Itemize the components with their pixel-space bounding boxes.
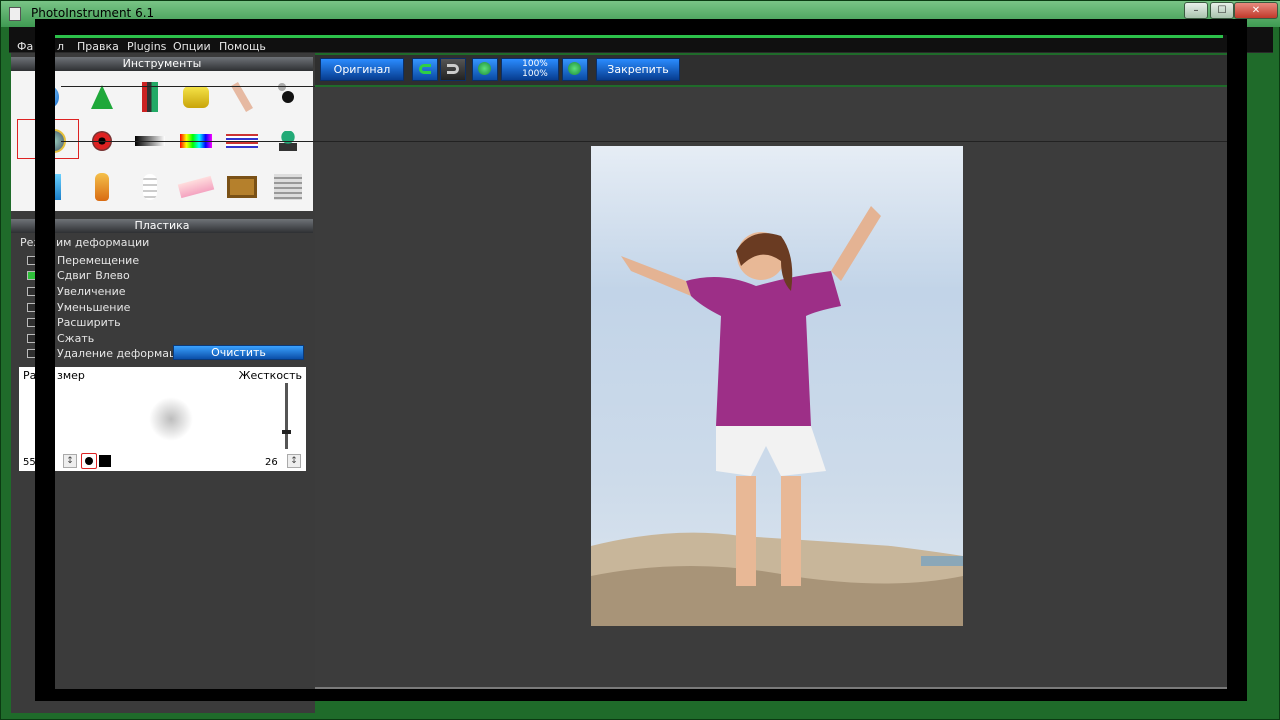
brush-preview	[149, 397, 193, 441]
stamp-tool-icon[interactable]	[175, 77, 217, 117]
eraser-tool-icon[interactable]	[175, 167, 217, 207]
clear-button[interactable]: Очистить	[173, 345, 304, 360]
canvas-separator	[315, 141, 1227, 142]
option-label: Удаление деформации	[57, 347, 191, 360]
zoom-out-icon[interactable]	[562, 58, 588, 81]
picture-tool-icon[interactable]	[221, 167, 263, 207]
maximize-button[interactable]: ☐	[1210, 2, 1234, 19]
overlay-frame-top	[35, 19, 1247, 35]
redo-icon[interactable]	[440, 58, 466, 81]
lamp-tool-icon[interactable]	[129, 167, 171, 207]
photo-canvas[interactable]	[591, 146, 963, 626]
size-label-b: змер	[57, 369, 85, 382]
overlay-frame-left	[35, 19, 55, 701]
menu-plugins[interactable]: Plugins	[127, 40, 166, 53]
undo-icon[interactable]	[412, 58, 438, 81]
hardness-slider-thumb[interactable]	[282, 429, 291, 434]
cone-tool-icon[interactable]	[81, 77, 123, 117]
menu-help[interactable]: Помощь	[219, 40, 266, 53]
option-label: Сжать	[57, 332, 95, 345]
menu-edit[interactable]: Правка	[77, 40, 119, 53]
pin-tool-icon[interactable]	[267, 77, 309, 117]
option-label: Расширить	[57, 316, 121, 329]
original-button[interactable]: Оригинал	[320, 58, 404, 81]
brush-settings-box: Ра змер Жесткость 55 ↕ 26 ↕	[19, 367, 306, 471]
pin-button[interactable]: Закрепить	[596, 58, 680, 81]
overlay-frame-right	[1227, 19, 1247, 701]
brush-tool-icon[interactable]	[129, 77, 171, 117]
overlay-frame-bottom	[35, 689, 1247, 701]
zoom-top-value: 100%	[522, 59, 548, 69]
menu-options[interactable]: Опции	[173, 40, 211, 53]
text-tool-icon[interactable]	[267, 167, 309, 207]
window-title: PhotoInstrument 6.1	[31, 6, 155, 20]
bottle-tool-icon[interactable]	[81, 167, 123, 207]
app-icon	[9, 7, 21, 21]
close-button[interactable]: ✕	[1234, 2, 1278, 19]
option-label: Перемещение	[57, 254, 140, 267]
overlay-line	[61, 141, 315, 142]
zoom-bottom-value: 100%	[522, 69, 548, 79]
tools-panel-header: Инструменты	[11, 57, 313, 71]
zoom-100-button[interactable]: 100% 100%	[501, 58, 559, 81]
photo-image	[591, 206, 963, 626]
deform-mode-label-b: им деформации	[56, 236, 150, 249]
minimize-button[interactable]: –	[1184, 2, 1208, 19]
finger-tool-icon[interactable]	[221, 77, 263, 117]
square-brush-icon[interactable]	[99, 455, 111, 467]
hardness-stepper[interactable]: ↕	[287, 454, 301, 468]
plastica-panel-header: Пластика	[11, 219, 313, 233]
option-label: Уменьшение	[57, 301, 131, 314]
option-label: Сдвиг Влево	[57, 269, 130, 282]
hardness-label: Жесткость	[238, 369, 302, 382]
size-stepper[interactable]: ↕	[63, 454, 77, 468]
menu-file[interactable]: Фа	[17, 40, 33, 53]
app-window: PhotoInstrument 6.1 – ☐ ✕ Фа л Правка Pl…	[0, 0, 1280, 720]
menu-file-rest[interactable]: л	[57, 40, 64, 53]
zoom-in-icon[interactable]	[472, 58, 498, 81]
round-brush-icon[interactable]	[81, 453, 97, 469]
hardness-slider-track[interactable]	[285, 383, 288, 449]
hardness-value[interactable]: 26	[265, 457, 278, 468]
overlay-line	[61, 86, 315, 87]
option-label: Увеличение	[57, 285, 126, 298]
overlay-green-line	[55, 35, 1223, 38]
